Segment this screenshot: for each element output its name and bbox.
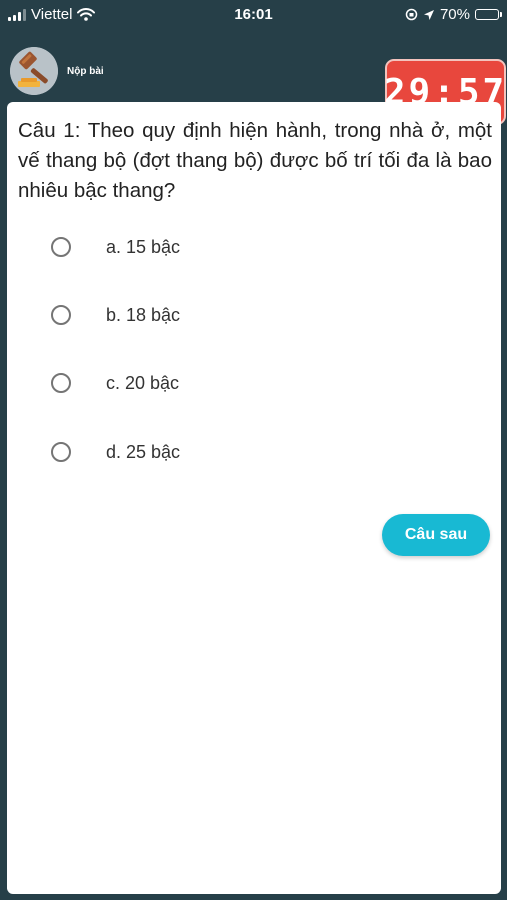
radio-button[interactable] [51,237,71,257]
location-arrow-icon [423,9,434,20]
next-question-button[interactable]: Câu sau [382,514,490,556]
question-text: Câu 1: Theo quy định hiện hành, trong nh… [18,119,492,202]
orientation-lock-icon [405,8,418,21]
option-label: a. 15 bậc [106,236,181,257]
option-a[interactable]: a. 15 bậc [51,232,180,262]
option-c[interactable]: c. 20 bậc [51,368,179,398]
option-label: d. 25 bậc [106,441,181,462]
option-label: b. 18 bậc [106,304,181,325]
option-d[interactable]: d. 25 bậc [51,437,180,467]
question-card: Câu 1: Theo quy định hiện hành, trong nh… [7,102,501,894]
radio-button[interactable] [51,442,71,462]
status-bar: Viettel 16:01 70% [0,0,507,30]
status-right: 70% [405,6,502,23]
option-label: c. 20 bậc [106,372,180,393]
option-b[interactable]: b. 18 bậc [51,300,180,330]
battery-icon [475,9,502,20]
radio-button[interactable] [51,305,71,325]
header: Nộp bài 29:57 [0,30,507,125]
battery-percent: 70% [439,6,470,23]
radio-button[interactable] [51,373,71,393]
gavel-icon[interactable] [10,47,58,95]
submit-exam-button[interactable]: Nộp bài [67,66,104,77]
